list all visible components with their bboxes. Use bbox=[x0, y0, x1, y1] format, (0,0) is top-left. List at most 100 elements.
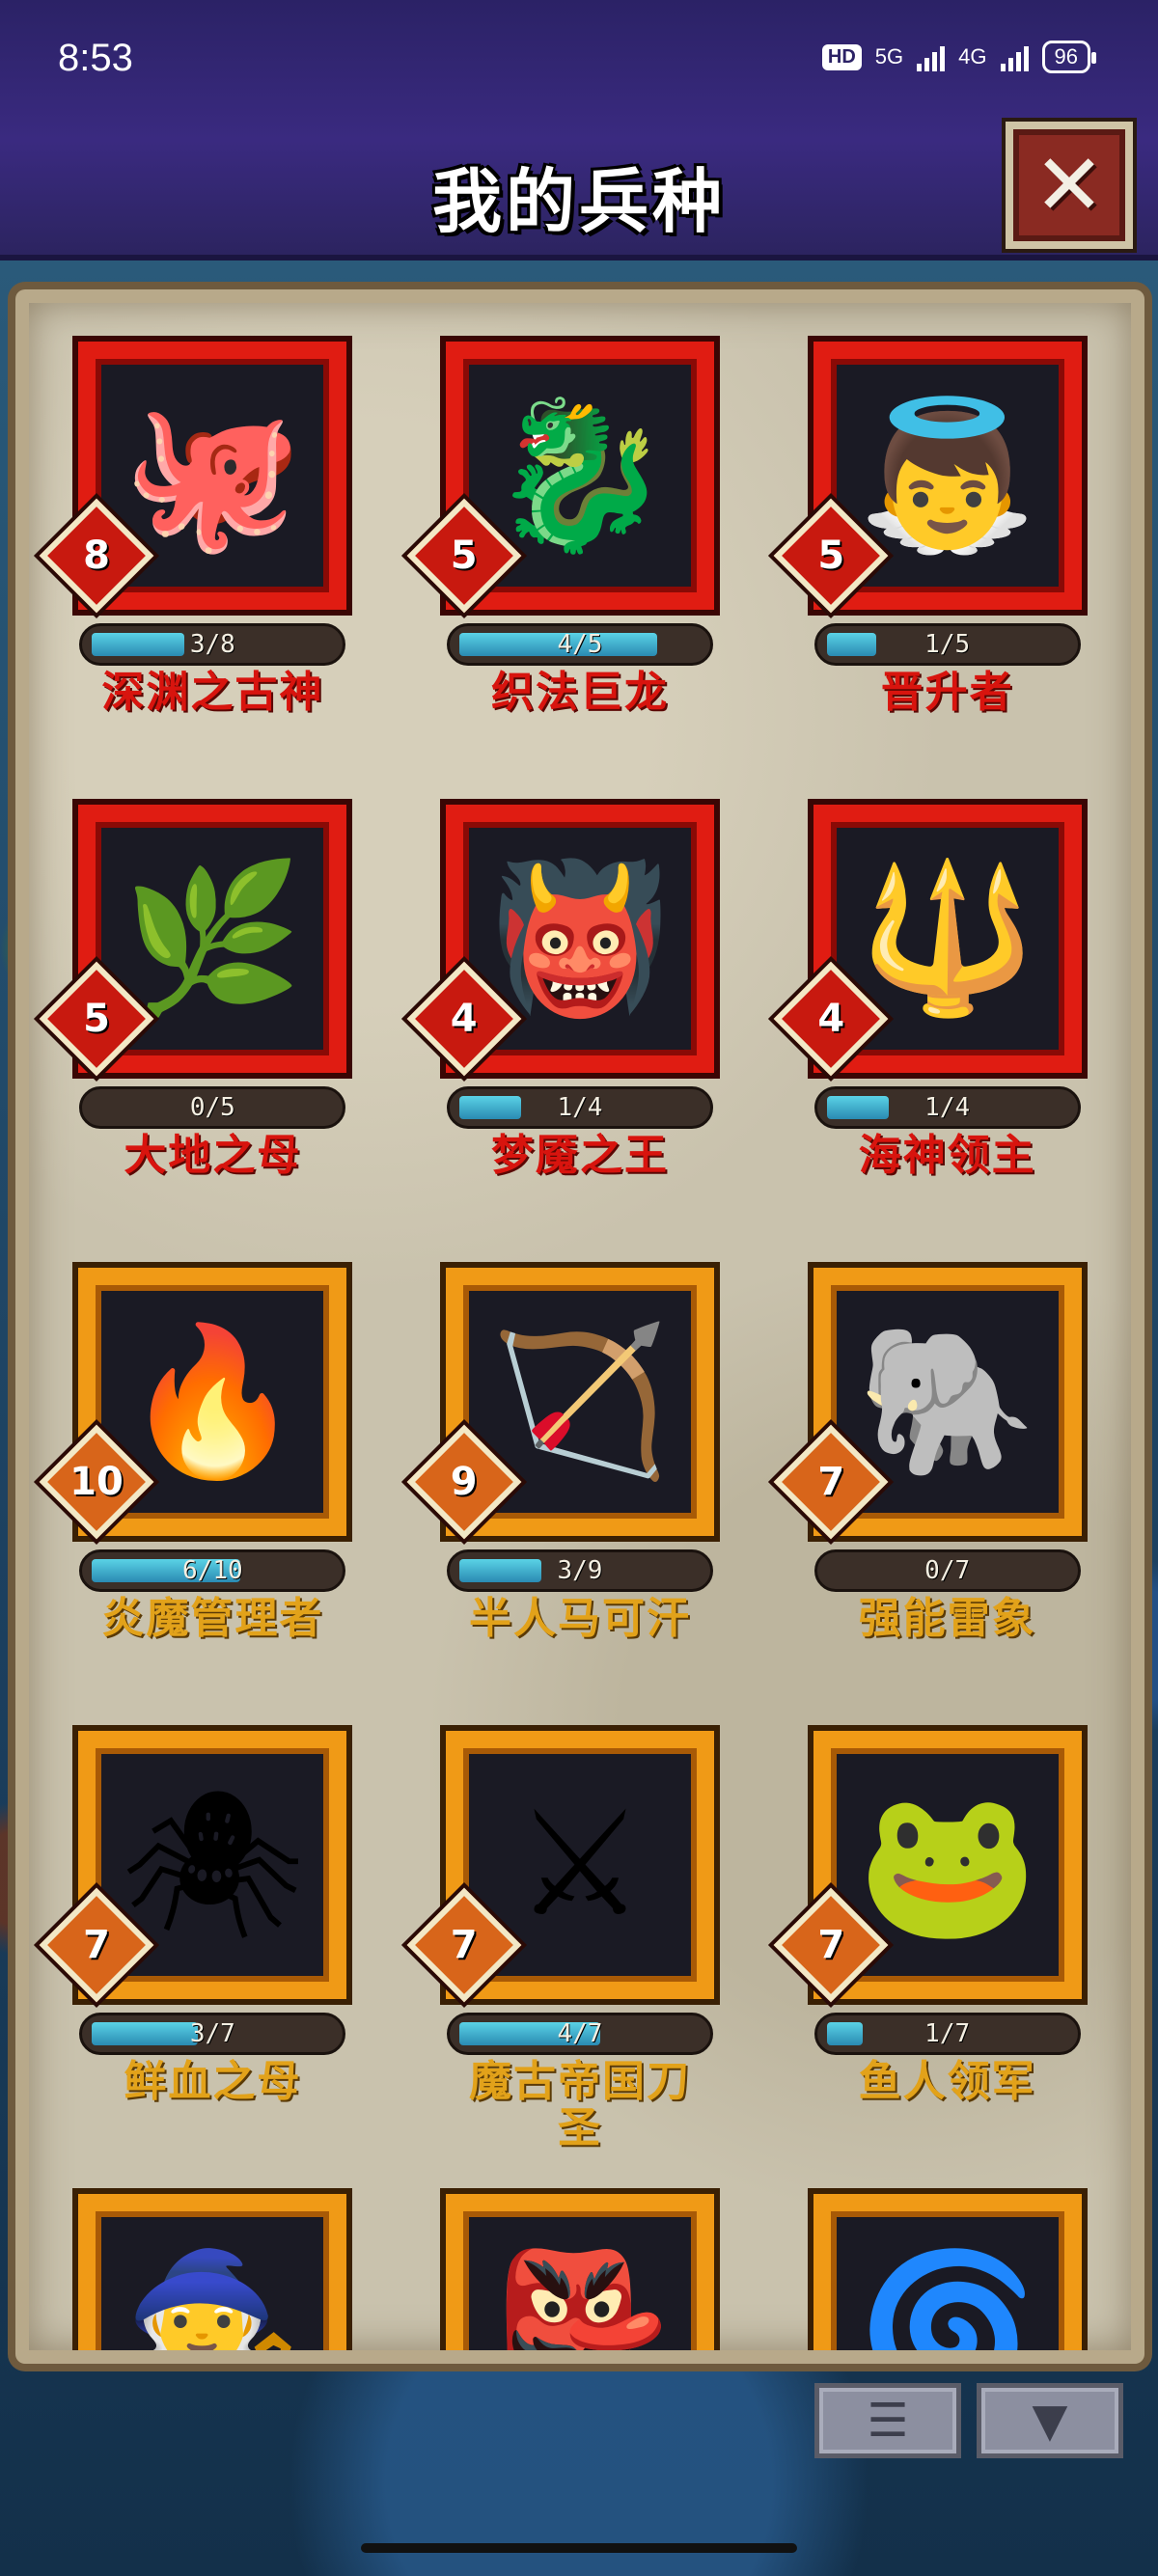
unit-card[interactable]: 👼 5 1/5 晋升者 bbox=[763, 342, 1131, 747]
progress-bar: 3/9 bbox=[446, 1549, 713, 1592]
octopus-icon: 🐙 bbox=[122, 392, 303, 560]
filter-button[interactable]: ▼ bbox=[977, 2383, 1123, 2458]
list-icon: ☰ bbox=[867, 2394, 909, 2448]
level-number: 8 bbox=[83, 534, 110, 578]
page-title: 我的兵种 bbox=[431, 161, 726, 242]
progress-bar: 1/7 bbox=[813, 2013, 1081, 2055]
progress-bar: 1/4 bbox=[813, 1086, 1081, 1129]
unit-card[interactable]: 🔱 4 1/4 海神领主 bbox=[763, 805, 1131, 1210]
unit-name: 炎魔管理者 bbox=[101, 1594, 324, 1643]
unit-portrait[interactable]: 🧙 bbox=[78, 2194, 347, 2364]
unit-card[interactable]: 🐉 5 4/5 织法巨龙 bbox=[397, 342, 764, 747]
unit-card[interactable]: 👹 4 1/4 梦魇之王 bbox=[397, 805, 764, 1210]
unit-portrait[interactable]: 🌀 bbox=[813, 2194, 1082, 2364]
progress-bar: 0/7 bbox=[813, 1549, 1081, 1592]
unit-name: 魔古帝国刀圣 bbox=[468, 2057, 691, 2153]
unit-card[interactable]: 🐸 7 1/7 鱼人领军 bbox=[763, 1731, 1131, 2136]
progress-text: 6/10 bbox=[182, 1556, 243, 1585]
level-number: 5 bbox=[83, 997, 110, 1041]
progress-bar: 4/7 bbox=[446, 2013, 713, 2055]
progress-text: 4/7 bbox=[557, 2019, 603, 2048]
progress-bar: 4/5 bbox=[446, 623, 713, 666]
progress-text: 1/5 bbox=[924, 630, 971, 659]
unit-card[interactable]: 🕷 7 3/7 鲜血之母 bbox=[29, 1731, 397, 2136]
angel-icon: 👼 bbox=[857, 392, 1038, 560]
close-icon: ✕ bbox=[1034, 135, 1105, 234]
level-number: 7 bbox=[83, 1923, 110, 1967]
progress-text: 0/7 bbox=[924, 1556, 971, 1585]
demon-icon: 👹 bbox=[489, 855, 671, 1023]
level-number: 5 bbox=[450, 534, 478, 578]
progress-text: 3/9 bbox=[557, 1556, 603, 1585]
progress-text: 3/7 bbox=[189, 2019, 235, 2048]
unit-name: 大地之母 bbox=[124, 1131, 302, 1180]
level-number: 10 bbox=[69, 1460, 124, 1504]
unit-card[interactable]: 🔥 10 6/10 炎魔管理者 bbox=[29, 1268, 397, 1673]
warrior-icon: ⚔ bbox=[514, 1781, 646, 1949]
unit-name: 强能雷象 bbox=[858, 1594, 1036, 1643]
unit-name: 深渊之古神 bbox=[101, 668, 324, 717]
progress-text: 4/5 bbox=[557, 630, 603, 659]
centaur-icon: 🏹 bbox=[489, 1318, 671, 1486]
progress-text: 3/8 bbox=[189, 630, 235, 659]
unit-name: 梦魇之王 bbox=[490, 1131, 669, 1180]
close-button[interactable]: ✕ bbox=[1006, 122, 1133, 249]
hd-icon: HD bbox=[821, 43, 862, 70]
progress-text: 1/4 bbox=[557, 1093, 603, 1122]
signal-icon bbox=[917, 42, 946, 71]
spider-icon: 🕷 bbox=[121, 1781, 305, 1949]
signal-icon bbox=[1000, 42, 1029, 71]
elemental-icon: 🌀 bbox=[857, 2244, 1038, 2364]
earth-mother-icon: 🌿 bbox=[122, 855, 303, 1023]
unit-card[interactable]: 🌀 bbox=[763, 2194, 1131, 2364]
status-time: 8:53 bbox=[58, 37, 133, 79]
progress-bar: 3/7 bbox=[79, 2013, 346, 2055]
unit-card[interactable]: 👺 bbox=[397, 2194, 764, 2364]
filter-icon: ▼ bbox=[1032, 2394, 1068, 2448]
level-number: 9 bbox=[450, 1460, 478, 1504]
dragon-icon: 🐉 bbox=[489, 392, 671, 560]
status-icons: HD 5G 4G 96 bbox=[821, 41, 1097, 73]
witch-icon: 🧙 bbox=[122, 2244, 303, 2364]
unit-name: 半人马可汗 bbox=[468, 1594, 691, 1643]
orc-icon: 👺 bbox=[489, 2244, 671, 2364]
net-4g-label: 4G bbox=[958, 44, 987, 69]
progress-text: 0/5 bbox=[189, 1093, 235, 1122]
murloc-icon: 🐸 bbox=[857, 1781, 1038, 1949]
unit-name: 织法巨龙 bbox=[490, 668, 669, 717]
level-number: 4 bbox=[817, 997, 845, 1041]
unit-card[interactable]: 🐙 8 3/8 深渊之古神 bbox=[29, 342, 397, 747]
unit-card[interactable]: 🐘 7 0/7 强能雷象 bbox=[763, 1268, 1131, 1673]
progress-bar: 1/4 bbox=[446, 1086, 713, 1129]
unit-name: 海神领主 bbox=[858, 1131, 1036, 1180]
unit-list-panel[interactable]: 🐙 8 3/8 深渊之古神 🐉 5 4/5 织法巨龙 👼 5 1/5 晋升者 🌿 5 0/5 大地之母 👹 4 1/… bbox=[15, 289, 1144, 2364]
sea-lord-icon: 🔱 bbox=[857, 855, 1038, 1023]
thunder-elephant-icon: 🐘 bbox=[857, 1318, 1038, 1486]
unit-card[interactable]: 🧙 bbox=[29, 2194, 397, 2364]
unit-name: 鲜血之母 bbox=[124, 2057, 302, 2106]
level-number: 7 bbox=[817, 1923, 845, 1967]
progress-bar: 1/5 bbox=[813, 623, 1081, 666]
level-number: 7 bbox=[450, 1923, 478, 1967]
progress-bar: 6/10 bbox=[79, 1549, 346, 1592]
progress-text: 1/4 bbox=[924, 1093, 971, 1122]
net-5g-label: 5G bbox=[874, 44, 904, 69]
unit-grid: 🐙 8 3/8 深渊之古神 🐉 5 4/5 织法巨龙 👼 5 1/5 晋升者 🌿 5 0/5 大地之母 👹 4 1/… bbox=[29, 342, 1131, 2364]
unit-name: 晋升者 bbox=[880, 668, 1014, 717]
level-number: 7 bbox=[817, 1460, 845, 1504]
progress-text: 1/7 bbox=[924, 2019, 971, 2048]
fire-demon-icon: 🔥 bbox=[122, 1318, 303, 1486]
unit-card[interactable]: 🌿 5 0/5 大地之母 bbox=[29, 805, 397, 1210]
home-indicator[interactable] bbox=[361, 2543, 797, 2553]
unit-card[interactable]: ⚔ 7 4/7 魔古帝国刀圣 bbox=[397, 1731, 764, 2151]
progress-bar: 3/8 bbox=[79, 623, 346, 666]
battery-icon: 96 bbox=[1041, 41, 1097, 73]
unit-portrait[interactable]: 👺 bbox=[445, 2194, 714, 2364]
progress-bar: 0/5 bbox=[79, 1086, 346, 1129]
list-view-button[interactable]: ☰ bbox=[814, 2383, 961, 2458]
level-number: 5 bbox=[817, 534, 845, 578]
unit-name: 鱼人领军 bbox=[858, 2057, 1036, 2106]
level-number: 4 bbox=[450, 997, 478, 1041]
header: 8:53 HD 5G 4G 96 我的兵种 ✕ bbox=[0, 0, 1158, 260]
unit-card[interactable]: 🏹 9 3/9 半人马可汗 bbox=[397, 1268, 764, 1673]
